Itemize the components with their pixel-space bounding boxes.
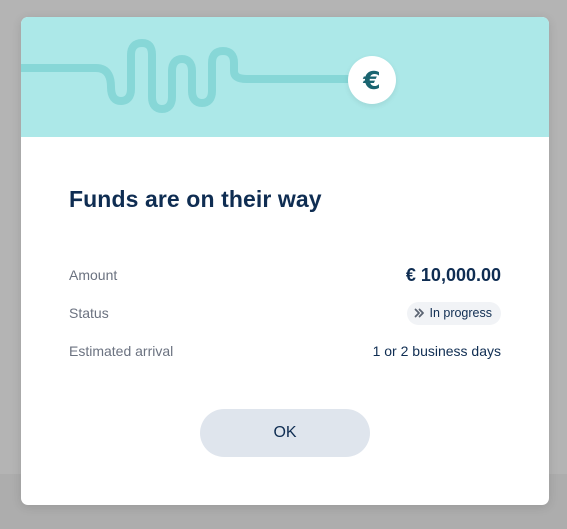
- dialog-title: Funds are on their way: [69, 186, 322, 212]
- wavy-line-illustration: [21, 39, 355, 113]
- chevrons-right-icon: [415, 308, 425, 318]
- status-label: Status: [69, 305, 109, 321]
- detail-row-status: Status In progress: [69, 301, 501, 325]
- euro-badge: €: [348, 56, 396, 104]
- arrival-value: 1 or 2 business days: [372, 343, 501, 359]
- status-badge: In progress: [407, 301, 501, 325]
- amount-value: € 10,000.00: [405, 264, 501, 285]
- dialog-hero-banner: €: [21, 17, 549, 137]
- status-value: In progress: [429, 306, 492, 320]
- detail-row-amount: Amount € 10,000.00: [69, 263, 501, 287]
- amount-label: Amount: [69, 267, 118, 283]
- detail-row-arrival: Estimated arrival 1 or 2 business days: [69, 339, 501, 363]
- arrival-label: Estimated arrival: [69, 343, 174, 359]
- euro-icon: €: [363, 65, 381, 95]
- funds-dialog: € Funds are on their way Amount € 10,000…: [21, 17, 549, 505]
- ok-button[interactable]: OK: [200, 409, 370, 457]
